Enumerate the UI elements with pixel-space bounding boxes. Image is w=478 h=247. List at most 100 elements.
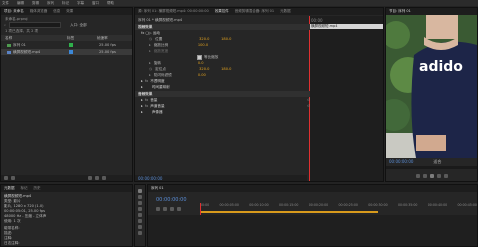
hand-tool-icon[interactable] [138,225,142,229]
tab-effects[interactable]: 效果 [66,9,73,14]
effect-footer: 00:00:00:00 [135,175,307,181]
menu-help[interactable]: 帮助 [107,1,114,6]
slip-tool-icon[interactable] [138,213,142,217]
tab-source[interactable]: 源: 序列 01: 横屏视频短.mp4: 00:00:00:00 [138,9,209,14]
new-item-icon[interactable] [95,176,99,180]
uniform-checkbox[interactable] [197,54,202,60]
list-item[interactable]: 序列 01 25.00 fps [1,42,132,48]
trash-icon[interactable] [102,176,106,180]
work-area-bar[interactable] [200,211,378,213]
mini-ruler: 00:00 [309,16,383,24]
panner-label: 声像器 [151,109,163,114]
tab-audio-mixer[interactable]: 音频剪辑混合器: 序列 01 [235,9,274,14]
menu-window[interactable]: 窗口 [92,1,99,6]
play-icon[interactable] [429,173,434,178]
col-name[interactable]: 名称 [1,36,67,41]
effect-timecode[interactable]: 00:00:00:00 [138,176,162,181]
stopwatch-icon[interactable]: ◷ [149,37,152,41]
tab-metadata[interactable]: 元数据 [4,186,15,191]
selection-tool-icon[interactable] [138,189,142,193]
program-scrub-bar[interactable] [386,166,477,169]
info-panel: 元数据 标记 历史 横屏视频短.mp4 类型: 影片 影片, 1280 x 72… [0,184,133,247]
zoom-fit-dropdown[interactable]: 适合 [433,159,441,165]
volume-label: 音量 [150,97,158,102]
program-timecode[interactable]: 00:00:00:00 [389,159,413,164]
link-icon[interactable] [163,207,167,211]
expand-chevron-icon[interactable]: ▸ [149,49,151,53]
flicker-value[interactable]: 0.00 [198,73,206,77]
expand-chevron-icon[interactable]: ▸ [149,43,151,47]
label-chip [69,49,73,54]
label-chip [69,42,73,47]
sequence-icon [7,43,11,47]
position-x-value[interactable]: 320.0 [199,37,221,41]
tab-effect-controls[interactable]: 效果控件 [215,9,229,14]
anchor-x-value[interactable]: 320.0 [199,67,221,71]
program-monitor: 节目: 序列 01 adido 00:00:00:00 适合 [385,7,478,182]
reset-icon[interactable]: ↺ [307,104,310,108]
scale-value[interactable]: 100.0 [198,43,208,47]
fx-icon: fx [144,104,149,108]
timeline-tabs: 序列 01 [148,185,477,192]
tab-markers[interactable]: 标记 [21,186,28,191]
tab-program[interactable]: 节目: 序列 01 [389,9,411,14]
icon-view-icon[interactable] [11,176,15,180]
project-panel: 项目: 未命名 媒体浏览器 信息 效果 未命名.prproj ⌕ 入口: 全部 … [0,7,133,182]
time-remap-effect[interactable]: ▸ 时间重映射 [135,84,313,90]
stopwatch-icon[interactable]: ◷ [149,67,152,71]
ripple-edit-icon[interactable] [138,201,142,205]
timeline-timecode[interactable]: 00:00:00:00 [156,197,187,203]
export-frame-icon[interactable] [443,173,448,178]
mini-clip-bar[interactable]: 横屏视频短.mp4 [309,24,383,29]
snap-icon[interactable] [156,207,160,211]
anchor-y-value[interactable]: 180.0 [221,67,231,71]
menu-marker[interactable]: 标记 [62,1,69,6]
pen-tool-icon[interactable] [138,219,142,223]
step-back-icon[interactable] [422,173,427,178]
col-fps[interactable]: 帧速率 [97,36,108,41]
effect-tabs: 源: 序列 01: 横屏视频短.mp4: 00:00:00:00 效果控件 音频… [135,8,383,15]
settings-icon[interactable] [177,207,181,211]
tab-media-browser[interactable]: 媒体浏览器 [30,9,48,14]
menu-title[interactable]: 字幕 [77,1,84,6]
inpoint-dropdown[interactable]: 入口: 全部 [70,23,87,28]
menu-bar: 文件 编辑 剪辑 序列 标记 字幕 窗口 帮助 [0,0,478,6]
ruler-label: 00:00:20:00 [308,203,329,207]
col-label[interactable]: 标签 [67,36,97,41]
list-view-icon[interactable] [4,176,8,180]
timeline-ruler[interactable]: 00:00 00:00:05:00 00:00:10:00 00:00:15:0… [200,203,477,210]
tab-metadata[interactable]: 元数据 [280,9,291,14]
expand-chevron-icon[interactable]: ▸ [149,73,151,77]
expand-chevron-icon[interactable]: ▸ [149,61,151,65]
clip-title: 序列 01 * 横屏视频短.mp4 [138,17,183,22]
project-footer [1,175,132,181]
marker-icon[interactable] [415,173,420,178]
program-tabs: 节目: 序列 01 [386,8,477,15]
position-y-value[interactable]: 180.0 [221,37,231,41]
step-forward-icon[interactable] [436,173,441,178]
menu-sequence[interactable]: 序列 [47,1,54,6]
tab-sequence[interactable]: 序列 01 [151,186,164,191]
project-tabs: 项目: 未命名 媒体浏览器 信息 效果 [1,8,132,15]
timeline-controls [156,207,181,211]
add-marker-icon[interactable] [170,207,174,211]
zoom-tool-icon[interactable] [138,231,142,235]
list-item[interactable]: 横屏视频短.mp4 25.00 fps [1,49,132,55]
reset-icon[interactable]: ↺ [307,98,310,102]
menu-file[interactable]: 文件 [2,1,9,6]
menu-edit[interactable]: 编辑 [17,1,24,6]
scale-label: 缩放比例 [153,42,169,47]
media-line: 使用: 1 次 [4,218,21,223]
new-bin-icon[interactable] [88,176,92,180]
track-area [148,215,477,246]
ruler-label: 00:00:25:00 [338,203,358,207]
panner-effect[interactable]: ▸ 声像器 [135,109,313,115]
tab-project[interactable]: 项目: 未命名 [4,9,24,14]
menu-clip[interactable]: 剪辑 [32,1,39,6]
rotation-value[interactable]: 0.0 [198,61,204,65]
razor-tool-icon[interactable] [138,207,142,211]
expand-chevron-icon: ▸ [141,110,143,114]
tab-history[interactable]: 历史 [34,186,41,191]
track-select-icon[interactable] [138,195,142,199]
tab-info[interactable]: 信息 [53,9,60,14]
